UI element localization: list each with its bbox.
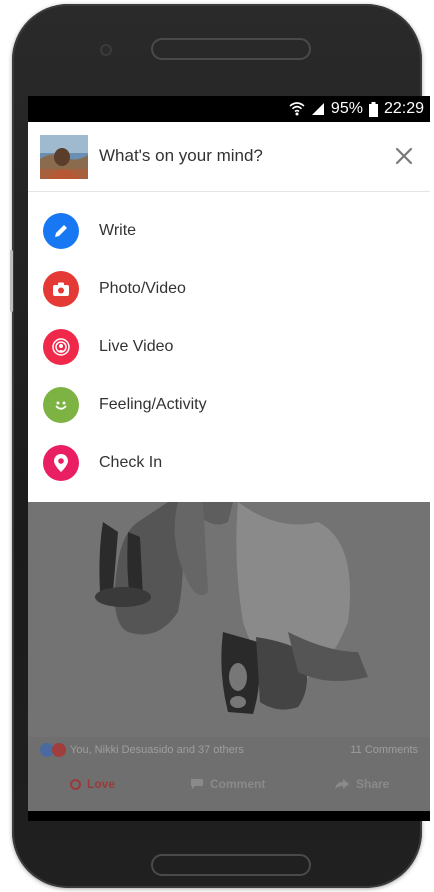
- dimmed-feed: You, Nikki Desuasido and 37 others 11 Co…: [28, 502, 430, 821]
- love-label: Love: [87, 777, 116, 791]
- love-button[interactable]: Love: [70, 777, 115, 791]
- post-composer[interactable]: What's on your mind?: [28, 122, 430, 192]
- live-video-icon: [43, 329, 79, 365]
- post-actions: Love Comment Share: [28, 766, 430, 802]
- composer-prompt[interactable]: What's on your mind?: [99, 146, 263, 166]
- menu-label-write: Write: [99, 222, 137, 239]
- menu-item-check-in[interactable]: Check In: [28, 434, 430, 492]
- menu-label-photo-video: Photo/Video: [99, 280, 186, 297]
- battery-percent: 95%: [330, 100, 363, 117]
- screen-bottom-edge: [28, 811, 430, 821]
- clock: 22:29: [383, 100, 424, 117]
- menu-label-feeling-activity: Feeling/Activity: [99, 396, 207, 413]
- menu-item-feeling-activity[interactable]: Feeling/Activity: [28, 376, 430, 434]
- menu-item-write[interactable]: Write: [28, 202, 430, 260]
- share-label: Share: [356, 777, 390, 791]
- love-icon: [70, 778, 81, 790]
- screen: 95% 22:29 What's on your mind? Write Pho…: [28, 96, 430, 821]
- camera-icon: [43, 271, 79, 307]
- menu-item-live-video[interactable]: Live Video: [28, 318, 430, 376]
- share-button[interactable]: Share: [334, 777, 389, 791]
- share-icon: [335, 779, 349, 789]
- comment-button[interactable]: Comment: [190, 777, 265, 791]
- battery-icon: [368, 101, 378, 117]
- reactions-bar: You, Nikki Desuasido and 37 others 11 Co…: [28, 737, 430, 763]
- composer-menu: Write Photo/Video Live Video Feeling/Act…: [28, 192, 430, 502]
- location-pin-icon: [43, 445, 79, 481]
- top-speaker: [151, 38, 311, 60]
- avatar: [40, 135, 88, 179]
- smiley-icon: [43, 387, 79, 423]
- status-bar: 95% 22:29: [28, 96, 430, 122]
- comment-label: Comment: [210, 777, 266, 791]
- signal-icon: [311, 103, 324, 115]
- post-image: [28, 502, 430, 737]
- close-icon[interactable]: [392, 144, 416, 168]
- volume-button: [10, 250, 13, 312]
- reactions-summary[interactable]: You, Nikki Desuasido and 37 others: [70, 744, 244, 756]
- comments-count[interactable]: 11 Comments: [350, 744, 418, 756]
- menu-item-photo-video[interactable]: Photo/Video: [28, 260, 430, 318]
- front-camera: [100, 44, 112, 56]
- bottom-speaker: [151, 854, 311, 876]
- menu-label-check-in: Check In: [99, 454, 163, 471]
- menu-label-live-video: Live Video: [99, 338, 174, 355]
- pencil-icon: [43, 213, 79, 249]
- love-reaction-icon: [52, 743, 66, 757]
- comment-icon: [191, 779, 203, 789]
- wifi-icon: [289, 102, 305, 116]
